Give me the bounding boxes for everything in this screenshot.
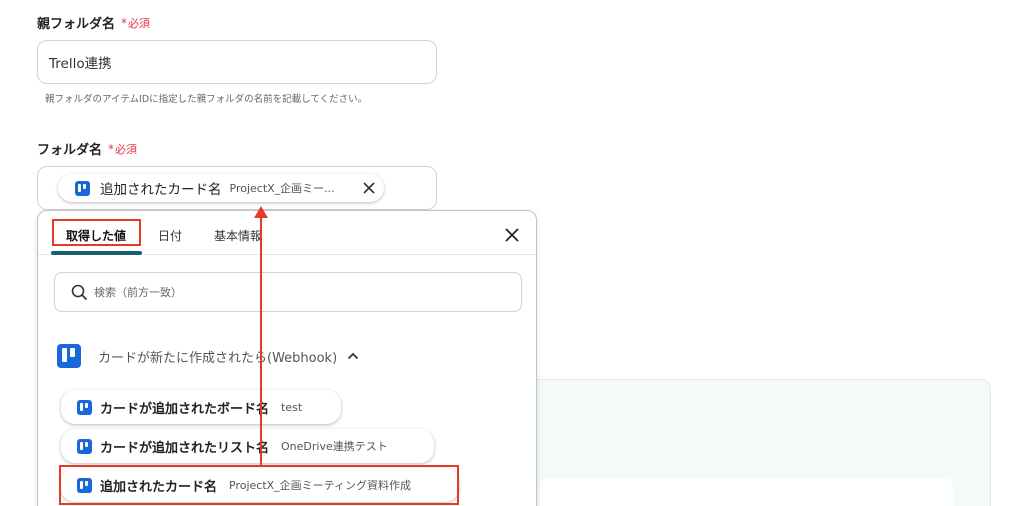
item-value: test	[281, 400, 303, 414]
close-icon[interactable]	[504, 227, 520, 247]
highlight-box-item	[59, 465, 459, 505]
arrow-up-annotation	[254, 206, 268, 465]
search-placeholder: 検索（前方一致）	[94, 286, 182, 299]
required-asterisk: *	[108, 141, 115, 156]
folder-label: フォルダ名 *必須	[37, 139, 137, 159]
search-icon	[71, 284, 88, 301]
search-input[interactable]: 検索（前方一致）	[54, 272, 522, 312]
item-value: OneDrive連携テスト	[281, 440, 388, 453]
close-icon[interactable]	[362, 181, 376, 195]
list-item[interactable]: カードが追加されたボード名 test	[61, 390, 341, 424]
list-item[interactable]: カードが追加されたリスト名 OneDrive連携テスト	[61, 429, 434, 463]
item-label: カードが追加されたボード名	[100, 401, 270, 417]
trello-icon	[57, 344, 81, 368]
tab-date[interactable]: 日付	[158, 227, 182, 244]
trello-icon	[77, 438, 92, 454]
chip-value: ProjectX_企画ミー...	[229, 182, 335, 195]
parent-folder-help: 親フォルダのアイテムIDに指定した親フォルダの名前を記載してください。	[45, 94, 368, 105]
background-inner-card	[540, 478, 953, 506]
trigger-section-header[interactable]: カードが新たに作成されたら(Webhook)	[57, 344, 359, 368]
required-text: 必須	[115, 142, 138, 156]
item-label: カードが追加されたリスト名	[100, 440, 270, 456]
chevron-up-icon	[347, 352, 359, 360]
folder-label-text: フォルダ名	[37, 143, 103, 158]
parent-folder-input[interactable]: Trello連携	[37, 40, 437, 84]
highlight-box-tab	[52, 219, 141, 246]
parent-folder-value: Trello連携	[49, 56, 112, 72]
parent-folder-label: 親フォルダ名 *必須	[37, 13, 150, 33]
active-tab-underline	[51, 251, 142, 255]
required-badge: *必須	[108, 141, 137, 157]
trello-icon	[75, 180, 90, 196]
required-text: 必須	[128, 16, 151, 30]
trigger-title: カードが新たに作成されたら(Webhook)	[98, 350, 338, 366]
required-badge: *必須	[121, 15, 150, 31]
trello-icon	[77, 399, 92, 415]
chip-label: 追加されたカード名	[100, 182, 222, 198]
folder-value-chip[interactable]: 追加されたカード名 ProjectX_企画ミー...	[58, 174, 384, 202]
parent-folder-label-text: 親フォルダ名	[37, 17, 116, 32]
required-asterisk: *	[121, 15, 128, 30]
value-picker-popup: 取得した値 日付 基本情報 検索（前方一致） カードが新たに作成されたら(Web…	[37, 210, 537, 506]
